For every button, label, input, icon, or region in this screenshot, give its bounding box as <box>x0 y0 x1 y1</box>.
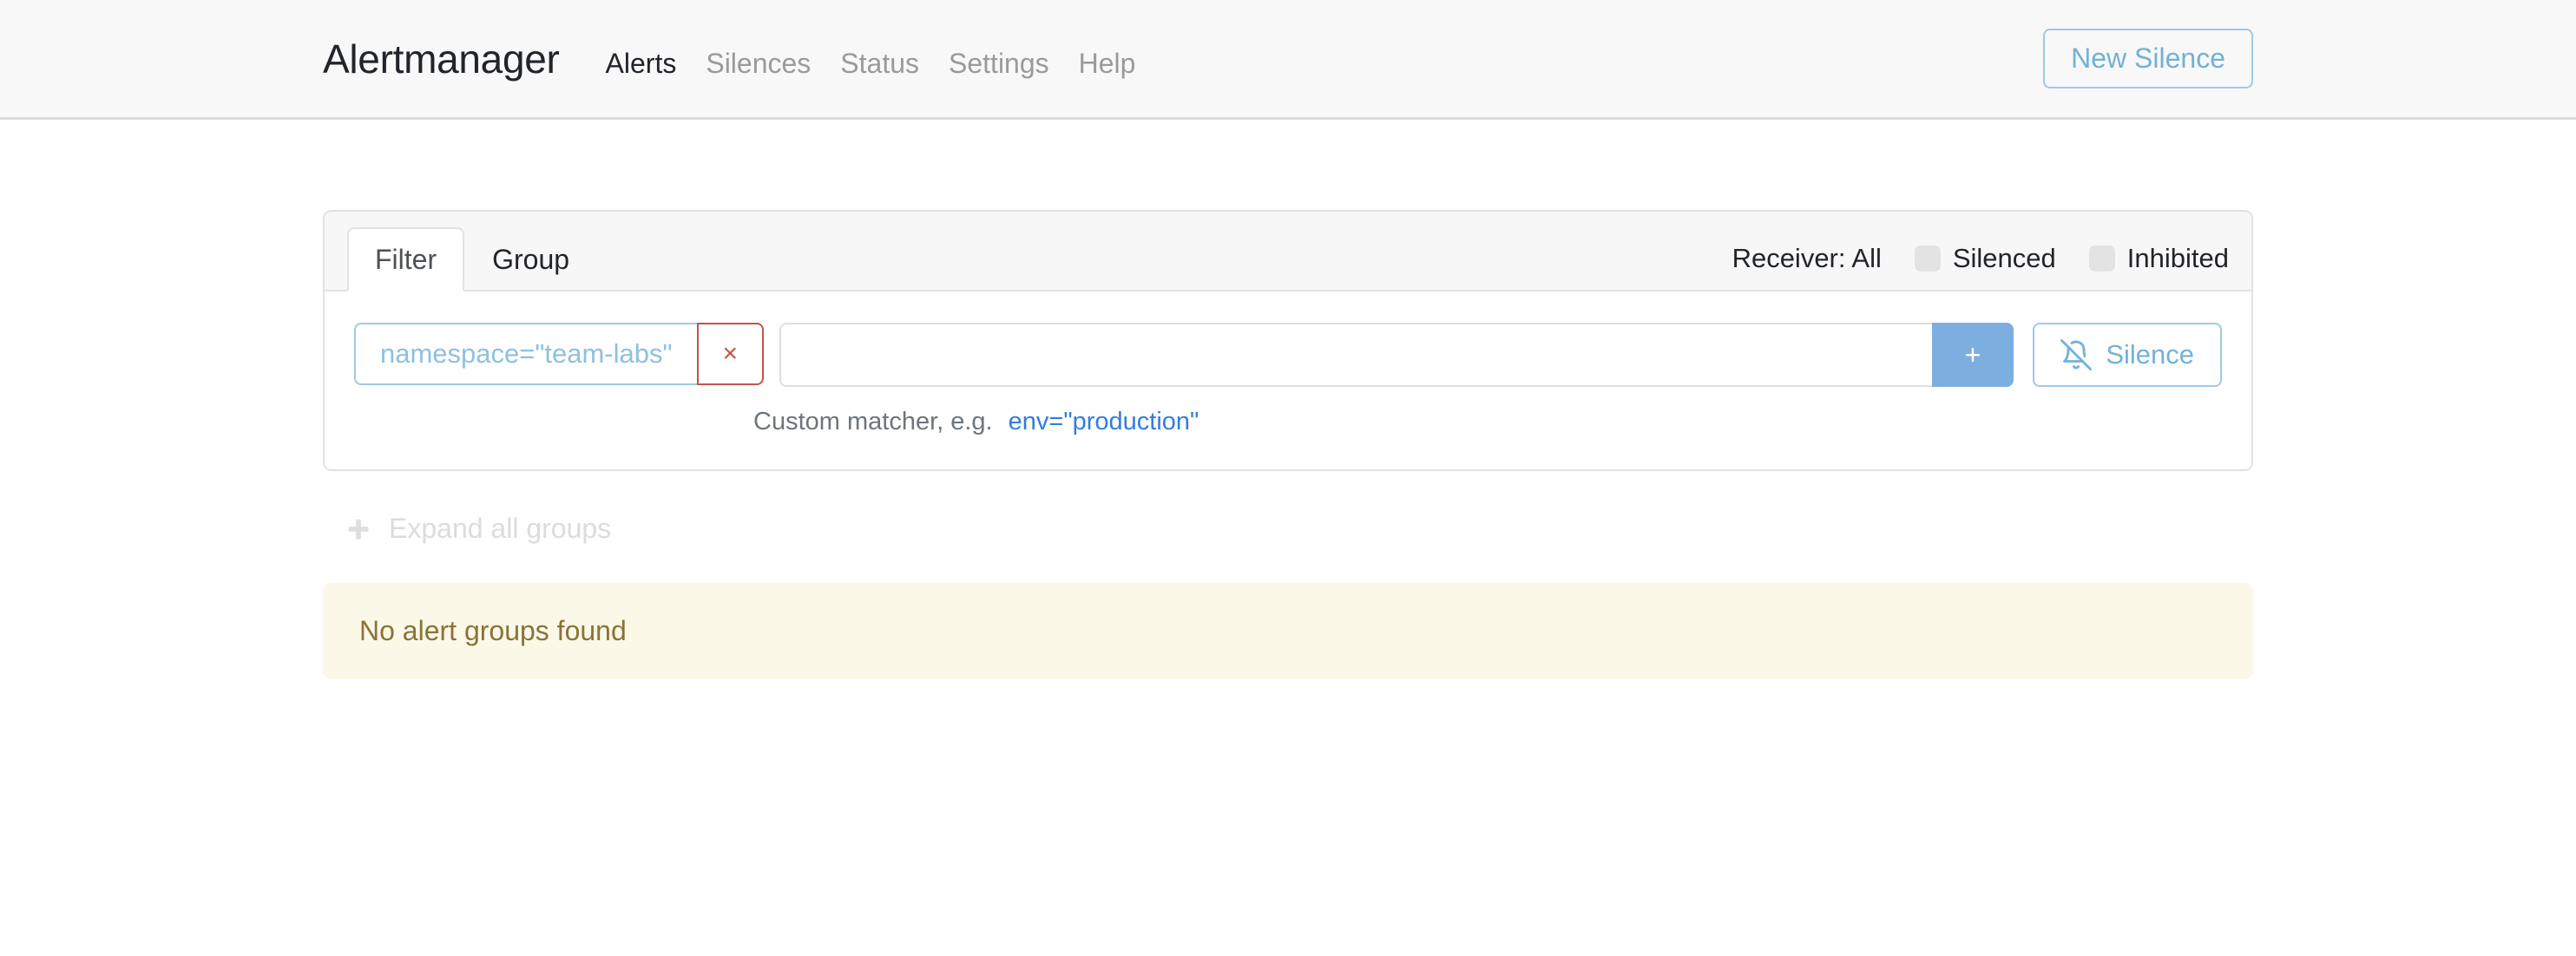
matcher-input[interactable] <box>779 323 1932 387</box>
tab-group[interactable]: Group <box>464 227 597 291</box>
nav-link-status[interactable]: Status <box>825 48 934 80</box>
new-silence-button[interactable]: New Silence <box>2043 29 2253 88</box>
page-container: Filter Group Receiver: All Silenced Inhi… <box>0 210 2576 679</box>
filter-card: Filter Group Receiver: All Silenced Inhi… <box>323 210 2253 471</box>
expand-all-groups-label: Expand all groups <box>389 513 611 545</box>
navbar-left-group: Alertmanager Alerts Silences Status Sett… <box>323 36 1150 82</box>
matcher-chip-label[interactable]: namespace="team-labs" <box>354 323 697 384</box>
primary-nav: Alerts Silences Status Settings Help <box>591 48 1151 80</box>
filter-header-controls: Receiver: All Silenced Inhibited <box>1732 243 2229 290</box>
custom-matcher-hint: Custom matcher, e.g. env="production" <box>753 408 2222 436</box>
matcher-row: namespace="team-labs" × + <box>354 323 2222 387</box>
matcher-chip: namespace="team-labs" × <box>354 323 764 384</box>
tab-filter[interactable]: Filter <box>347 227 464 291</box>
filter-group-tabs: Filter Group <box>347 227 597 291</box>
matcher-input-group: + <box>779 323 2014 387</box>
navbar-right-group: New Silence <box>2043 29 2253 88</box>
nav-link-silences[interactable]: Silences <box>691 48 825 80</box>
silence-button-label: Silence <box>2106 339 2194 370</box>
brand-logo-text[interactable]: Alertmanager <box>323 36 560 82</box>
custom-matcher-example-link[interactable]: env="production" <box>1009 408 1199 436</box>
silenced-checkbox-label: Silenced <box>1953 243 2056 274</box>
expand-all-groups-toggle[interactable]: Expand all groups <box>344 513 2253 545</box>
matcher-remove-button[interactable]: × <box>697 323 765 384</box>
inhibited-filter-toggle[interactable]: Inhibited <box>2089 243 2229 274</box>
inhibited-checkbox[interactable] <box>2089 246 2115 272</box>
nav-link-alerts[interactable]: Alerts <box>591 48 692 80</box>
plus-icon <box>344 514 373 544</box>
filter-card-body: namespace="team-labs" × + <box>325 291 2251 469</box>
receiver-selector[interactable]: Receiver: All <box>1732 243 1882 274</box>
nav-link-help[interactable]: Help <box>1064 48 1151 80</box>
inhibited-checkbox-label: Inhibited <box>2127 243 2229 274</box>
silence-button[interactable]: Silence <box>2033 323 2222 387</box>
nav-link-settings[interactable]: Settings <box>934 48 1064 80</box>
no-alert-groups-message: No alert groups found <box>323 583 2253 678</box>
add-matcher-button[interactable]: + <box>1932 323 2014 387</box>
bell-slash-icon <box>2060 339 2092 370</box>
silenced-checkbox[interactable] <box>1915 246 1941 272</box>
filter-card-header: Filter Group Receiver: All Silenced Inhi… <box>325 212 2251 291</box>
custom-matcher-hint-text: Custom matcher, e.g. <box>753 408 993 436</box>
top-navbar: Alertmanager Alerts Silences Status Sett… <box>0 0 2576 120</box>
silenced-filter-toggle[interactable]: Silenced <box>1915 243 2056 274</box>
